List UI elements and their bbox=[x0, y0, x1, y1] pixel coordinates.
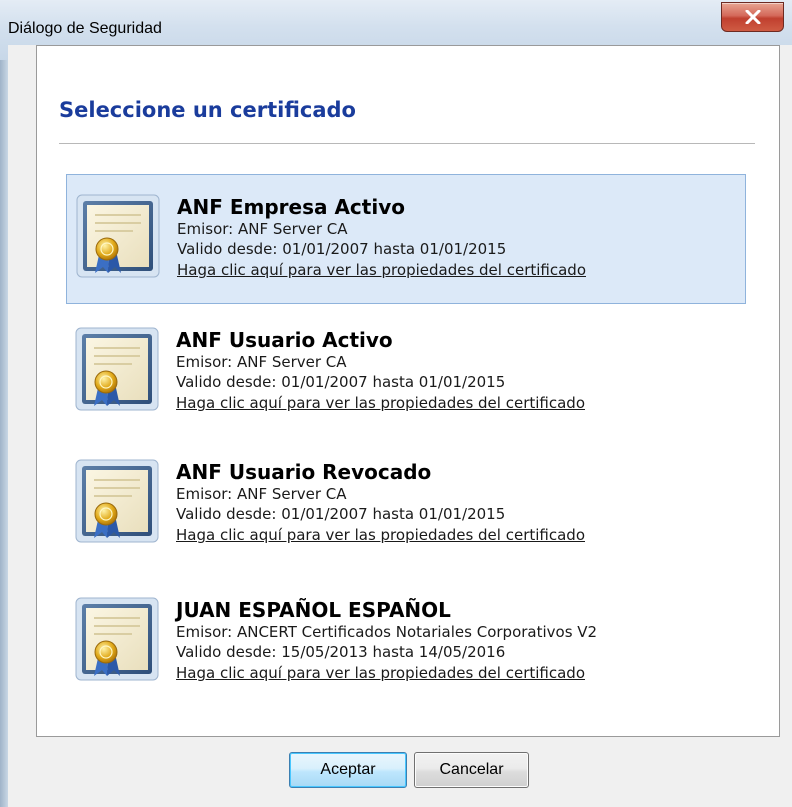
certificate-properties-link[interactable]: Haga clic aquí para ver las propiedades … bbox=[176, 392, 585, 414]
dialog-heading: Seleccione un certificado bbox=[59, 98, 356, 122]
certificate-validity: Valido desde: 01/01/2007 hasta 01/01/201… bbox=[176, 505, 506, 523]
certificate-item[interactable]: JUAN ESPAÑOL ESPAÑOL Emisor: ANCERT Cert… bbox=[66, 578, 746, 708]
certificate-icon bbox=[74, 326, 160, 412]
certificate-issuer: Emisor: ANF Server CA bbox=[176, 485, 347, 503]
certificate-name: JUAN ESPAÑOL ESPAÑOL bbox=[176, 598, 451, 622]
certificate-validity: Valido desde: 15/05/2013 hasta 14/05/201… bbox=[176, 643, 506, 661]
certificate-issuer: Emisor: ANCERT Certificados Notariales C… bbox=[176, 623, 598, 641]
dialog-window: Diálogo de Seguridad Seleccione un certi… bbox=[0, 0, 792, 807]
certificate-validity: Valido desde: 01/01/2007 hasta 01/01/201… bbox=[177, 240, 507, 258]
certificate-icon bbox=[74, 458, 160, 544]
certificate-validity: Valido desde: 01/01/2007 hasta 01/01/201… bbox=[176, 373, 506, 391]
certificate-properties-link[interactable]: Haga clic aquí para ver las propiedades … bbox=[176, 524, 585, 546]
close-button[interactable] bbox=[721, 2, 784, 32]
accept-button[interactable]: Aceptar bbox=[289, 752, 407, 788]
certificate-issuer: Emisor: ANF Server CA bbox=[176, 353, 347, 371]
dialog-client-area: Seleccione un certificado ANF Empresa Ac… bbox=[8, 45, 792, 807]
certificate-item[interactable]: ANF Empresa Activo Emisor: ANF Server CA… bbox=[66, 174, 746, 304]
certificate-icon bbox=[75, 193, 161, 279]
certificate-name: ANF Usuario Activo bbox=[176, 328, 393, 352]
window-title: Diálogo de Seguridad bbox=[8, 20, 162, 37]
certificate-item[interactable]: ANF Usuario Revocado Emisor: ANF Server … bbox=[66, 440, 746, 570]
cancel-button[interactable]: Cancelar bbox=[414, 752, 529, 788]
heading-divider bbox=[59, 143, 755, 144]
certificate-properties-link[interactable]: Haga clic aquí para ver las propiedades … bbox=[176, 662, 597, 684]
certificate-properties-link[interactable]: Haga clic aquí para ver las propiedades … bbox=[177, 259, 586, 281]
certificate-panel: Seleccione un certificado ANF Empresa Ac… bbox=[36, 45, 780, 737]
certificate-issuer: Emisor: ANF Server CA bbox=[177, 220, 348, 238]
certificate-item[interactable]: ANF Usuario Activo Emisor: ANF Server CA… bbox=[66, 308, 746, 438]
certificate-name: ANF Empresa Activo bbox=[177, 195, 405, 219]
close-icon bbox=[745, 10, 760, 24]
certificate-icon bbox=[74, 596, 160, 682]
certificate-name: ANF Usuario Revocado bbox=[176, 460, 432, 484]
